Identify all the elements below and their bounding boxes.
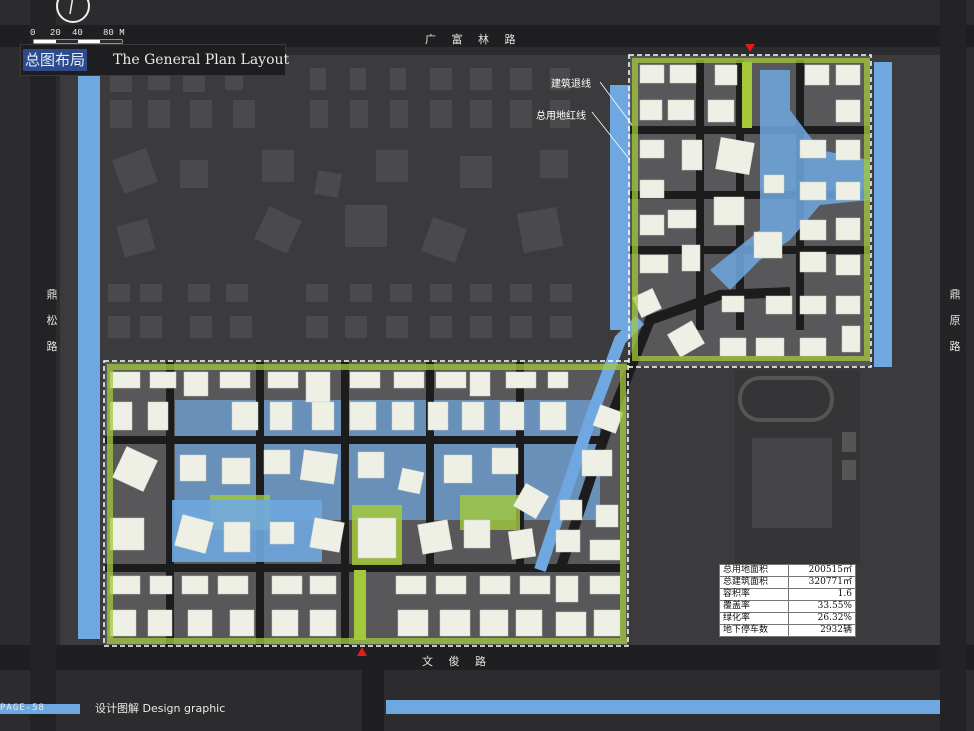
stats-value: 1.6: [788, 588, 856, 601]
scale-tick-80: 80 M: [103, 28, 125, 38]
stats-row: 总用地面积 200515㎡: [718, 564, 856, 577]
stats-value: 26.32%: [788, 612, 856, 625]
scale-tick-40: 40: [72, 28, 83, 38]
scale-tick-20: 20: [50, 28, 61, 38]
stats-row: 地下停车数 2932辆: [718, 624, 856, 637]
page-number: PAGE-58: [0, 703, 45, 713]
road-char: 路: [46, 340, 58, 353]
footer-caption: 设计图解 Design graphic: [95, 702, 226, 715]
east-canal: [874, 62, 892, 367]
stats-label: 总用地面积: [718, 564, 790, 577]
callout-setback-line: 建筑退线: [551, 79, 591, 90]
stats-row: 覆盖率 33.55%: [718, 600, 856, 613]
stats-row: 总建筑面积 320771㎡: [718, 576, 856, 589]
stats-value: 320771㎡: [788, 576, 856, 589]
stats-label: 容积率: [718, 588, 790, 601]
title-english: The General Plan Layout: [113, 52, 290, 68]
stats-label: 覆盖率: [718, 600, 790, 613]
road-char: 松: [46, 314, 58, 327]
title-chinese: 总图布局: [23, 49, 88, 71]
stats-value: 200515㎡: [788, 564, 856, 577]
scale-tick-0: 0: [30, 28, 36, 38]
road-char: 鼎: [46, 288, 58, 301]
stats-value: 33.55%: [788, 600, 856, 613]
sports-facility: [735, 370, 860, 565]
road-char: 鼎: [949, 288, 961, 301]
west-canal: [78, 64, 100, 639]
stats-table: 总用地面积 200515㎡ 总建筑面积 320771㎡ 容积率 1.6 覆盖率 33.5…: [718, 564, 856, 637]
east-road: [940, 0, 966, 731]
road-label-east: 鼎 原 路: [948, 282, 962, 360]
road-label-west: 鼎 松 路: [45, 282, 59, 360]
stats-label: 绿化率: [718, 612, 790, 625]
stats-label: 地下停车数: [718, 624, 790, 637]
west-road: [30, 0, 56, 731]
title-block: 总图布局 The General Plan Layout: [20, 44, 290, 76]
stats-label: 总建筑面积: [718, 576, 790, 589]
callout-red-line: 总用地红线: [536, 111, 586, 122]
road-char: 路: [949, 340, 961, 353]
stats-row: 容积率 1.6: [718, 588, 856, 601]
stats-row: 绿化率 26.32%: [718, 612, 856, 625]
road-label-north: 广 富 林 路: [425, 33, 522, 46]
road-char: 原: [949, 314, 961, 327]
stats-value: 2932辆: [788, 624, 856, 637]
road-label-south: 文 俊 路: [422, 655, 492, 668]
